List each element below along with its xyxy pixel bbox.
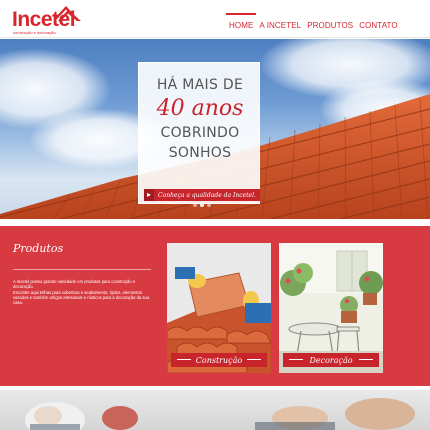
nav-home[interactable]: HOME [226, 13, 257, 34]
hero-headline-box: HÁ MAIS DE 40 anos COBRINDO SONHOS ▸ Con… [138, 62, 260, 204]
card-label-text: Decoração [309, 355, 353, 365]
bottom-banner-image [0, 390, 430, 430]
main-nav: HOME A INCETEL PRODUTOS CONTATO [226, 13, 401, 34]
slider-dot[interactable] [193, 203, 197, 207]
nav-produtos[interactable]: PRODUTOS [304, 19, 356, 34]
hero-banner: HÁ MAIS DE 40 anos COBRINDO SONHOS ▸ Con… [0, 39, 430, 219]
hero-headline-years: 40 anos [156, 96, 244, 121]
label-line-right [359, 359, 373, 360]
products-desc-1: A Incetel possui grande variedade em pro… [13, 279, 136, 290]
card-decoracao[interactable]: Decoração [279, 243, 383, 373]
label-line-right [247, 359, 261, 360]
products-description: A Incetel possui grande variedade em pro… [13, 279, 153, 305]
arrow-right-icon: ▸ [144, 189, 154, 201]
slider-dot-active[interactable] [200, 203, 204, 207]
card-label-text: Construção [195, 355, 243, 365]
hero-headline-line4: SONHOS [168, 145, 232, 161]
logo[interactable]: Incetel construção e decoração [12, 3, 82, 35]
products-divider [13, 269, 151, 270]
handshake-worker-image [25, 398, 415, 430]
hero-headline-line1: HÁ MAIS DE [156, 77, 244, 93]
logo-tagline: construção e decoração [13, 30, 56, 35]
hero-headline-line3: COBRINDO [160, 125, 240, 141]
products-section: Produtos A Incetel possui grande varieda… [0, 226, 430, 386]
slider-dot[interactable] [207, 203, 211, 207]
slider-dots [193, 203, 211, 207]
hero-cta-label: Conheça a qualidade da Incetel. [158, 191, 256, 199]
header: Incetel construção e decoração HOME A IN… [0, 0, 430, 38]
products-title: Produtos [13, 242, 64, 255]
card-label-decoracao: Decoração [283, 353, 379, 367]
card-label-construcao: Construção [171, 353, 267, 367]
card-construcao[interactable]: Construção [167, 243, 271, 373]
products-desc-2: Encontre aqui telhas para cobertura e ac… [13, 289, 150, 306]
nav-contato[interactable]: CONTATO [356, 19, 400, 34]
logo-text: Incetel [12, 8, 76, 31]
label-line-left [177, 359, 191, 360]
label-line-left [289, 359, 303, 360]
nav-a-incetel[interactable]: A INCETEL [256, 19, 304, 34]
hero-cta-button[interactable]: ▸ Conheça a qualidade da Incetel. [144, 189, 260, 201]
